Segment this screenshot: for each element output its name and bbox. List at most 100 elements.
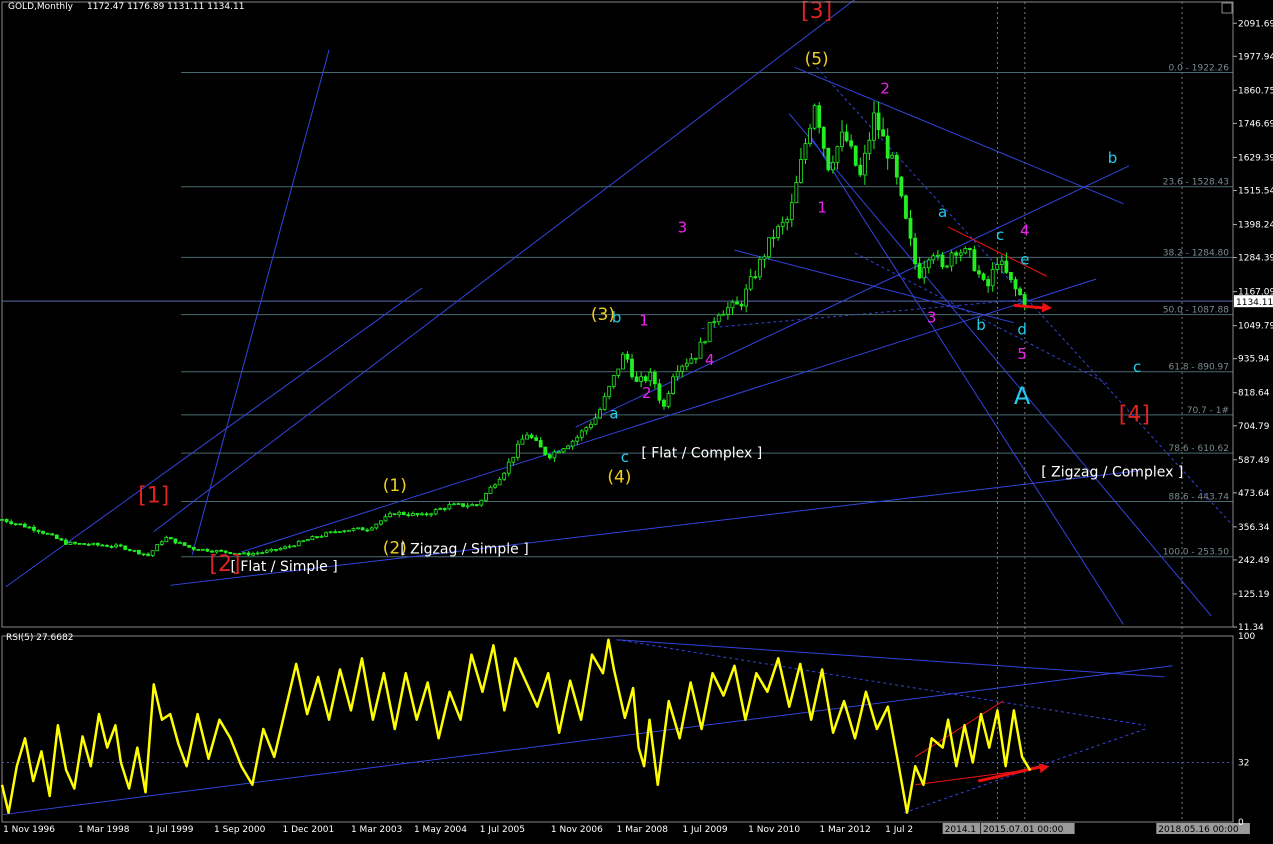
candle-body bbox=[114, 544, 119, 548]
candle-body bbox=[945, 265, 949, 268]
candle-body bbox=[817, 105, 822, 128]
window-corner bbox=[1221, 2, 1233, 14]
candle-body bbox=[246, 552, 251, 556]
wave-label-minor: 2 bbox=[880, 79, 890, 97]
candle-body bbox=[315, 536, 319, 538]
fib-label: 0.0 - 1922.26 bbox=[1169, 63, 1230, 73]
price-tick-label: 704.79 bbox=[1238, 422, 1270, 432]
candle-body bbox=[1013, 279, 1018, 290]
wave-label-minor: 5 bbox=[1017, 345, 1027, 363]
candle-body bbox=[429, 513, 434, 516]
wave-label-minute_big: A bbox=[1014, 382, 1031, 410]
rsi-arrow-head bbox=[1038, 763, 1050, 774]
candle-body bbox=[625, 353, 630, 360]
candle-body bbox=[424, 513, 429, 516]
candle-body bbox=[415, 513, 420, 516]
candle-body bbox=[926, 259, 931, 269]
wave-label-minor: 1 bbox=[817, 198, 827, 216]
candle-body bbox=[634, 376, 639, 382]
candle-body bbox=[995, 264, 1000, 270]
candle-body bbox=[137, 549, 141, 555]
rsi-arrow bbox=[977, 764, 1044, 783]
candle-body bbox=[821, 126, 826, 149]
candle-body bbox=[913, 237, 917, 265]
candle-body bbox=[698, 341, 703, 359]
candle-body bbox=[515, 443, 520, 458]
candle-body bbox=[680, 365, 685, 372]
candle-body bbox=[630, 358, 634, 378]
candle-body bbox=[433, 509, 438, 515]
candle-body bbox=[255, 552, 260, 555]
candle-body bbox=[598, 409, 602, 419]
candle-body bbox=[958, 252, 963, 256]
candle-body bbox=[410, 513, 415, 516]
candle-body bbox=[566, 445, 571, 450]
candle-body bbox=[808, 127, 812, 145]
candle-body bbox=[735, 301, 739, 305]
candle-body bbox=[867, 139, 872, 154]
candle-body bbox=[840, 131, 844, 148]
candle-body bbox=[972, 249, 977, 272]
candle-body bbox=[762, 256, 767, 260]
candle-body bbox=[374, 523, 379, 529]
candle-body bbox=[1018, 288, 1022, 296]
wave-label-plain: [ Zigzag / Simple ] bbox=[400, 541, 528, 557]
x-tick-label: 1 Sep 2000 bbox=[214, 825, 266, 835]
wave-label-primary: [4] bbox=[1119, 402, 1150, 427]
candle-body bbox=[118, 544, 123, 547]
candle-body bbox=[652, 371, 657, 385]
candle-body bbox=[397, 511, 402, 515]
candle-body bbox=[45, 532, 50, 535]
candle-body bbox=[388, 513, 392, 518]
candle-body bbox=[1009, 272, 1013, 280]
price-tick-label: 356.34 bbox=[1238, 523, 1270, 533]
candle-body bbox=[954, 252, 959, 256]
x-tick-label: 1 Mar 1998 bbox=[78, 825, 130, 835]
candle-body bbox=[50, 533, 55, 536]
wave-label-minute: b bbox=[612, 309, 622, 327]
candle-body bbox=[379, 520, 383, 525]
candle-body bbox=[68, 541, 73, 545]
trendline bbox=[153, 0, 855, 533]
candle-body bbox=[694, 357, 698, 360]
candle-body bbox=[146, 553, 150, 556]
candle-body bbox=[182, 542, 187, 546]
wave-label-intermediate: (1) bbox=[383, 476, 407, 496]
x-tick-label: 1 Nov 2010 bbox=[748, 825, 800, 835]
candle-body bbox=[465, 505, 470, 508]
candle-body bbox=[123, 545, 128, 550]
price-tick-label: 1515.54 bbox=[1238, 186, 1273, 196]
candle-body bbox=[922, 267, 927, 279]
candle-body bbox=[849, 140, 854, 147]
wave-label-minute: a bbox=[938, 203, 947, 221]
candle-body bbox=[269, 549, 274, 552]
price-tick-label: 125.19 bbox=[1238, 590, 1270, 600]
wave-label-primary: [3] bbox=[801, 0, 832, 24]
rsi-tick-label: 100 bbox=[1238, 632, 1255, 642]
candle-body bbox=[529, 434, 534, 439]
rsi-title: RSI(5) 27.6682 bbox=[6, 633, 73, 643]
candle-body bbox=[853, 145, 858, 166]
current-price-label: 1134.11 bbox=[1236, 298, 1273, 308]
price-tick-label: 473.64 bbox=[1238, 489, 1270, 499]
wave-label-intermediate: (5) bbox=[805, 49, 829, 69]
candle-body bbox=[22, 523, 27, 528]
price-tick-label: 1284.39 bbox=[1238, 254, 1273, 264]
candle-body bbox=[360, 527, 365, 531]
candle-body bbox=[493, 484, 497, 488]
price-tick-label: 1049.79 bbox=[1238, 322, 1273, 332]
candle-body bbox=[579, 430, 584, 438]
candle-body bbox=[557, 451, 561, 454]
candle-body bbox=[105, 545, 109, 547]
candle-body bbox=[470, 504, 475, 507]
price-tick-label: 935.94 bbox=[1238, 355, 1270, 365]
candle-body bbox=[885, 135, 890, 159]
candle-body bbox=[616, 368, 621, 376]
candle-body bbox=[904, 195, 908, 219]
x-tick-label: 1 Mar 2012 bbox=[819, 825, 870, 835]
candle-body bbox=[32, 526, 36, 531]
candle-body bbox=[474, 504, 479, 506]
candle-body bbox=[789, 202, 794, 220]
rsi-tick-label: 0 bbox=[1238, 818, 1244, 828]
price-tick-label: 1746.69 bbox=[1238, 119, 1273, 129]
